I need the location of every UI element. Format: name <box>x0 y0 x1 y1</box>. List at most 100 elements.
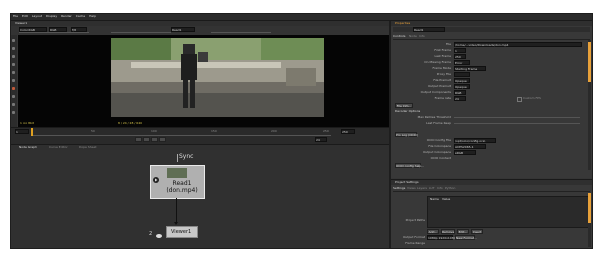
node-header: Read1 <box>393 27 590 32</box>
retries-slider[interactable] <box>454 117 580 118</box>
node-name-field[interactable]: Read1 <box>413 27 445 32</box>
decoder-section-title: Decoder Options <box>395 109 421 113</box>
tab-views[interactable]: Views <box>407 187 416 190</box>
tool-icon[interactable] <box>12 71 15 74</box>
menu-item-help[interactable]: Help <box>89 15 96 18</box>
app-window: File Edit Layout Display Render Cache Help Vie… <box>10 13 593 249</box>
tab-curve-editor[interactable]: Curve Editor <box>49 146 68 149</box>
add-path-button[interactable]: Add... <box>427 229 439 234</box>
file-premult-select[interactable]: Opaque <box>454 78 470 83</box>
output-premult-select[interactable]: Opaque <box>454 84 470 89</box>
stop-button[interactable] <box>151 137 158 142</box>
tab-info[interactable]: Info <box>419 35 425 38</box>
first-frame-field[interactable]: 1 <box>454 48 466 53</box>
output-format-select[interactable]: 1080p 1920x1080 <box>427 235 456 240</box>
node-connection <box>176 198 177 224</box>
eye-icon[interactable] <box>156 234 162 238</box>
frame-end-field[interactable]: 250 <box>341 129 355 134</box>
proxy-file-field[interactable] <box>454 72 470 77</box>
read-node-label: Read1 (don.mp4) <box>166 180 198 194</box>
tool-icon[interactable] <box>12 111 15 114</box>
read-node[interactable]: Read1 (don.mp4) <box>150 165 205 199</box>
viewer-tab[interactable]: Viewer1 <box>15 22 27 25</box>
tool-icon[interactable] <box>12 79 15 82</box>
menu-item-edit[interactable]: Edit <box>22 15 28 18</box>
viewer-node[interactable]: Viewer1 <box>166 226 198 238</box>
output-components-select[interactable]: RGB <box>454 90 466 95</box>
edit-path-button[interactable]: Edit... <box>457 229 469 234</box>
properties-tabs: Controls Node Info <box>393 34 590 40</box>
project-paths-table[interactable]: Name Value <box>427 196 589 228</box>
field-label: Proxy File <box>436 72 451 76</box>
menu-item-display[interactable]: Display <box>46 15 57 18</box>
play-backward-button[interactable] <box>135 137 142 142</box>
new-format-button[interactable]: New Format... <box>455 235 477 240</box>
remove-path-button[interactable]: Remove <box>441 229 455 234</box>
tool-icon[interactable] <box>12 55 15 58</box>
file-colorspace-select[interactable]: ACES2065-1 <box>454 144 486 149</box>
timeline-ruler[interactable]: 1 50 100 150 200 250 <box>31 130 331 136</box>
field-label: OCIO Config File <box>426 138 451 142</box>
properties-title[interactable]: Properties <box>395 22 410 25</box>
next-frame-button[interactable] <box>159 137 166 142</box>
ocio-config-field[interactable]: /opt/ocio/config.ocio <box>454 138 496 143</box>
ruler-tick-label: 50 <box>91 129 95 133</box>
menu-item-render[interactable]: Render <box>61 15 72 18</box>
frame-rate-field[interactable]: 24 <box>454 96 466 101</box>
playhead-marker[interactable] <box>31 128 33 136</box>
keep-slider[interactable] <box>454 123 580 124</box>
sync-link <box>177 154 178 162</box>
properties-scrollbar[interactable] <box>588 40 591 170</box>
tool-icon[interactable] <box>12 103 15 106</box>
tab-python[interactable]: Python <box>445 187 455 190</box>
ocio-help-button[interactable]: OCIO config help... <box>395 163 424 168</box>
ruler-tick-label: 150 <box>211 129 217 133</box>
gamma-slider[interactable] <box>111 32 171 33</box>
ocio-section-button[interactable]: Pro Log (OCIO) <box>395 132 418 137</box>
menu-item-cache[interactable]: Cache <box>76 15 85 18</box>
output-colorspace-select[interactable]: sRGB <box>454 150 476 155</box>
last-frame-field[interactable]: 250 <box>454 54 466 59</box>
tab-info[interactable]: Info <box>437 187 443 190</box>
tool-icon[interactable] <box>12 39 15 42</box>
custom-fps-checkbox[interactable] <box>517 97 522 102</box>
file-info-button[interactable]: File Info... <box>395 103 413 108</box>
tab-settings[interactable]: Settings <box>393 187 405 190</box>
frame-start-field[interactable]: 1 <box>15 129 29 134</box>
insert-path-button[interactable]: Insert <box>471 229 483 234</box>
tab-dope-sheet[interactable]: Dope Sheet <box>79 146 97 149</box>
input-select[interactable]: Read1 <box>171 27 195 32</box>
tab-lut[interactable]: LUT <box>429 187 435 190</box>
play-forward-button[interactable] <box>143 137 150 142</box>
viewer-canvas[interactable]: 1 ico 8bit 8 / 24 / 28 / 640 <box>18 35 389 127</box>
tool-icon[interactable] <box>12 95 15 98</box>
tool-icon[interactable] <box>12 63 15 66</box>
custom-fps-label: Custom FPS <box>523 96 541 100</box>
project-tabs: Settings Views Layers LUT Info Python <box>393 186 590 192</box>
file-path-field[interactable]: /home/...video/Downloads/don.mp4 <box>454 42 582 47</box>
missing-frame-select[interactable]: Error <box>454 60 470 65</box>
project-scrollbar[interactable] <box>588 193 591 247</box>
menu-bar: File Edit Layout Display Render Cache Help <box>11 14 592 21</box>
tab-node[interactable]: Node <box>409 35 417 38</box>
tool-icon[interactable] <box>12 47 15 50</box>
field-label: Last Frame <box>434 54 451 58</box>
menu-item-layout[interactable]: Layout <box>32 15 42 18</box>
frame-mode-select[interactable]: Starting Frame <box>454 66 486 71</box>
nodegraph-canvas[interactable]: Sync Read1 (don.mp4) 2 Viewer1 <box>11 150 389 248</box>
field-label: Last Frame Keep <box>426 121 451 125</box>
fps-field[interactable]: 24 <box>315 137 327 142</box>
connection-arrow <box>174 222 178 225</box>
tab-node-graph[interactable]: Node Graph <box>19 146 37 149</box>
project-settings-title[interactable]: Project Settings <box>395 181 419 184</box>
viewer-left-toolbar <box>11 35 17 127</box>
tab-layers[interactable]: Layers <box>417 187 427 190</box>
read-node-play-icon[interactable] <box>153 177 159 183</box>
menu-item-file[interactable]: File <box>13 15 18 18</box>
field-label: File Premult <box>433 78 451 82</box>
zoom-slider[interactable] <box>211 32 271 33</box>
viewer-status-left: 1 ico 8bit <box>20 121 34 125</box>
tab-controls[interactable]: Controls <box>393 35 405 38</box>
gain-slider[interactable] <box>19 32 89 33</box>
tool-icon[interactable] <box>12 87 15 90</box>
